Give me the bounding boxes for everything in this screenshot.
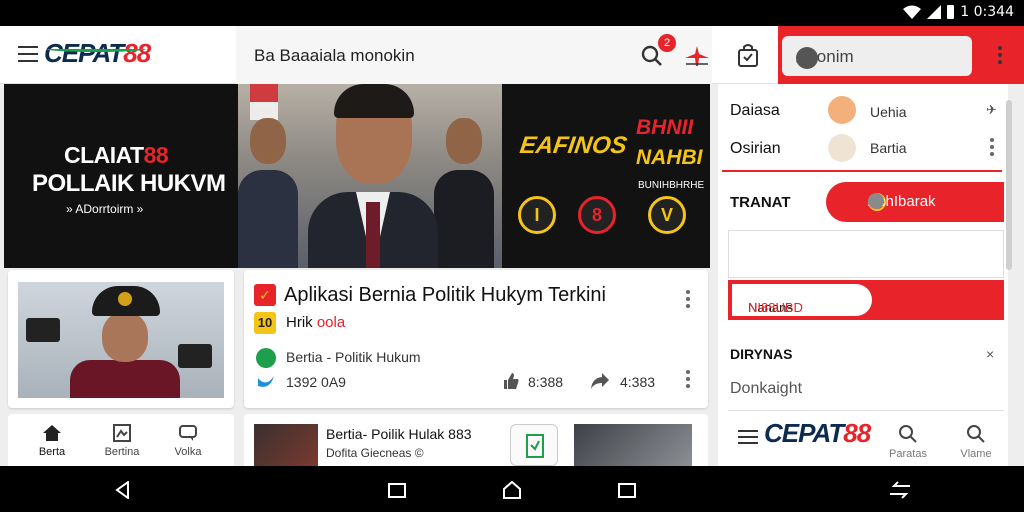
- check-icon: ✓: [254, 284, 276, 306]
- section-subtitle: Donkaight: [730, 380, 803, 397]
- search-icon: [967, 425, 985, 443]
- article-card[interactable]: ✓ Aplikasi Bernia Politik Hukym Terkini …: [244, 270, 708, 408]
- section-label: TRANAT: [730, 194, 791, 211]
- right-side-panel: Daiasa Uehia ✈ Osirian Bartia TRANAT Ach…: [718, 84, 1008, 466]
- square-icon[interactable]: [388, 481, 406, 499]
- main-person-image: [308, 84, 438, 268]
- news-card-thumbnail[interactable]: [8, 270, 234, 408]
- rotate-icon[interactable]: [888, 481, 912, 499]
- search-text: Ba Baaaiala monokin: [254, 46, 415, 65]
- bag-icon[interactable]: [736, 42, 760, 68]
- article-title[interactable]: Aplikasi Bernia Politik Hukym Terkini: [284, 284, 606, 307]
- more-options-icon[interactable]: [686, 370, 690, 388]
- chat-icon: [179, 425, 197, 441]
- twitter-icon: [258, 376, 274, 387]
- officer-image: [18, 282, 224, 398]
- input-field[interactable]: [728, 230, 1004, 278]
- more-options-icon[interactable]: [998, 46, 1002, 64]
- right-search-input[interactable]: Aoonim: [782, 36, 972, 76]
- row-value: Uehia: [870, 104, 907, 120]
- nav-item-bertina[interactable]: Bertina: [92, 424, 152, 458]
- app-logo[interactable]: CEPAT88: [764, 418, 871, 449]
- hero-photo[interactable]: [238, 84, 502, 268]
- article-meta: Dofita Giecneas ©: [326, 446, 424, 460]
- article-title[interactable]: Bertia- Poilik Hulak 883: [326, 426, 472, 442]
- menu-icon[interactable]: [738, 430, 758, 444]
- home-icon[interactable]: [503, 481, 521, 499]
- more-options-icon[interactable]: [686, 290, 690, 308]
- app-icon[interactable]: [510, 424, 558, 466]
- logo-swoosh: [46, 46, 146, 52]
- search-icon: [899, 425, 917, 443]
- bottom-nav: Berta Bertina Volka: [8, 414, 234, 466]
- article-time: 1392 0A9: [286, 374, 346, 390]
- divider: [728, 410, 1004, 411]
- emblem-icon: 8: [578, 196, 616, 234]
- red-bar: Nanans NI88UBD: [728, 280, 1004, 320]
- menu-icon[interactable]: [18, 46, 38, 62]
- pin-icon[interactable]: ✈: [986, 102, 997, 118]
- row-label: Daiasa: [730, 102, 780, 119]
- avatar[interactable]: [828, 134, 856, 162]
- person-image: [434, 108, 494, 268]
- nav-item-volka[interactable]: Volka: [158, 424, 218, 458]
- app-logo[interactable]: CEPAT88: [44, 38, 151, 69]
- article-thumbnail: [254, 424, 318, 466]
- like-count: 8:388: [528, 374, 564, 390]
- emblem-icon: I: [518, 196, 556, 234]
- share-count: 4:383: [620, 374, 656, 390]
- plane-icon[interactable]: [684, 44, 710, 68]
- hero-left-panel[interactable]: CLAIAT88 POLLAIK HUKVM » ADorrtoirm »: [4, 84, 238, 268]
- nav-item-berta[interactable]: Berta: [22, 424, 82, 458]
- row-label: Osirian: [730, 140, 781, 157]
- nav-item-paratas[interactable]: Paratas: [878, 424, 938, 460]
- system-nav-bar: [0, 466, 1024, 512]
- nav-item-vlame[interactable]: Vlame: [946, 424, 1006, 460]
- thumbs-up-icon[interactable]: [502, 372, 520, 390]
- clock-icon[interactable]: [796, 47, 818, 69]
- avatar[interactable]: [828, 96, 856, 124]
- person-image: [238, 108, 298, 268]
- badge-icon: 10: [254, 312, 276, 334]
- dot-icon: [868, 193, 884, 209]
- recents-icon[interactable]: [618, 481, 636, 499]
- status-bar: 1 0:344: [0, 0, 1024, 26]
- battery-icon: [947, 5, 955, 19]
- close-icon[interactable]: ×: [986, 346, 994, 362]
- article-category[interactable]: Bertia - Politik Hukum: [286, 349, 421, 365]
- section-title: DIRYNAS: [730, 346, 793, 362]
- search-bar[interactable]: Ba Baaaiala monokin 2: [236, 26, 712, 84]
- right-header: Aoonim: [778, 26, 1024, 84]
- action-button[interactable]: Nanans NI88UBD: [732, 284, 872, 316]
- category-icon: [256, 348, 276, 368]
- hero-banner[interactable]: CLAIAT88 POLLAIK HUKVM » ADorrtoirm » EA…: [4, 84, 710, 268]
- status-time: 1 0:344: [960, 4, 1014, 20]
- signal-icon: [927, 5, 942, 19]
- article-card-small[interactable]: Bertia- Poilik Hulak 883 Dofita Giecneas…: [244, 414, 708, 466]
- home-icon: [43, 425, 61, 441]
- scrollbar[interactable]: [1006, 100, 1012, 270]
- hero-right-panel[interactable]: EAFINOS BHNII NAHBI BUNIHBHRHE I 8 V: [502, 84, 710, 268]
- share-icon[interactable]: [590, 372, 610, 390]
- emblem-icon: V: [648, 196, 686, 234]
- article-thumbnail: [574, 424, 692, 466]
- action-pill-button[interactable]: AchIbarak: [826, 182, 1004, 222]
- article-subtitle: Hrik oola: [286, 314, 346, 331]
- more-options-icon[interactable]: [990, 138, 994, 156]
- divider: [722, 170, 1002, 172]
- wifi-icon: [903, 5, 922, 19]
- news-icon: [113, 424, 131, 442]
- back-icon[interactable]: [114, 481, 132, 499]
- notification-badge[interactable]: 2: [658, 34, 676, 52]
- status-icons: 1 0:344: [903, 4, 1014, 20]
- row-value: Bartia: [870, 140, 907, 156]
